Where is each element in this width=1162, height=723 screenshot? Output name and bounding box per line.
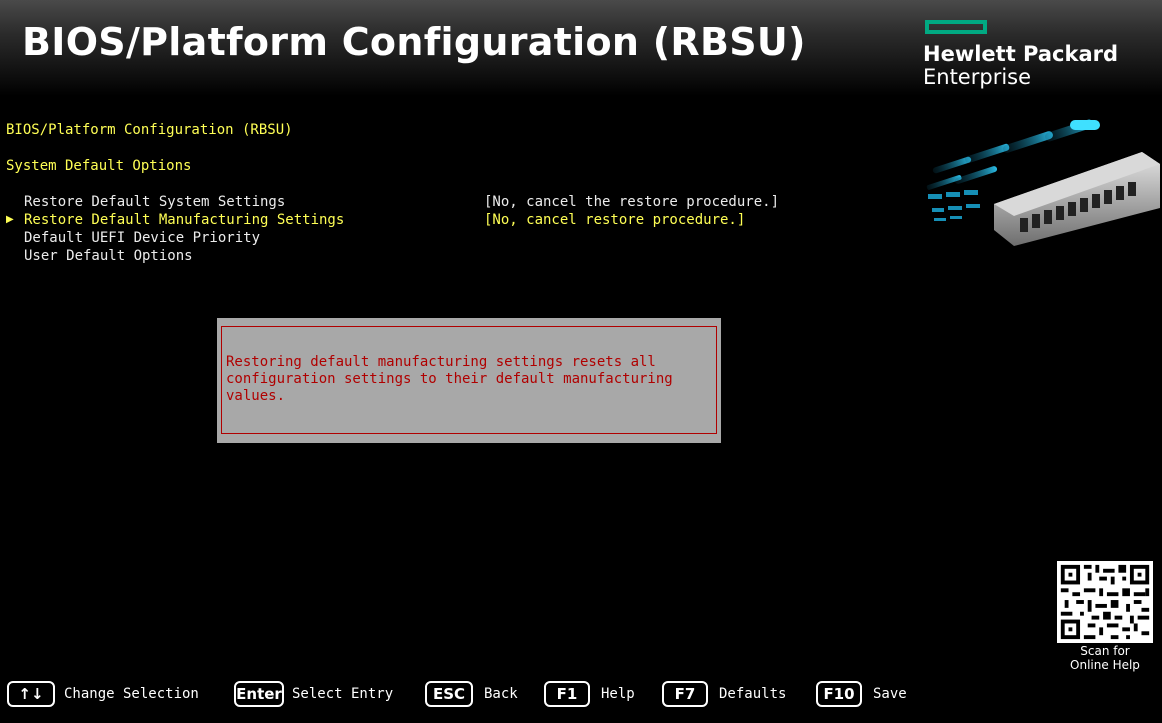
qr-caption-line2: Online Help xyxy=(1070,658,1140,672)
save-label: Save xyxy=(873,686,907,702)
menu-item-default-uefi-device-priority[interactable]: Default UEFI Device Priority xyxy=(24,229,260,247)
server-illustration-icon xyxy=(926,119,1160,246)
menu-value-restore-default-manufacturing-settings[interactable]: [No, cancel restore procedure.] xyxy=(484,211,745,229)
esc-key-icon[interactable]: ESC xyxy=(425,681,473,707)
qr-caption: Scan for Online Help xyxy=(1052,644,1158,672)
dialog-message: Restoring default manufacturing settings… xyxy=(226,354,673,404)
page-title: System Default Options xyxy=(6,158,192,174)
brand-name-line2: Enterprise xyxy=(923,65,1032,89)
help-label: Help xyxy=(601,686,635,702)
window-title: BIOS/Platform Configuration (RBSU) xyxy=(22,20,806,64)
hpe-logo-rectangle-icon xyxy=(925,20,987,34)
qr-code-icon[interactable] xyxy=(1057,561,1153,643)
menu-value-restore-default-system-settings[interactable]: [No, cancel the restore procedure.] xyxy=(484,193,779,211)
select-entry-label: Select Entry xyxy=(292,686,394,702)
arrow-keys-icon[interactable]: ↑↓ xyxy=(7,681,55,707)
f7-key-icon[interactable]: F7 xyxy=(662,681,708,707)
header-bar: BIOS/Platform Configuration (RBSU) Hewle… xyxy=(0,0,1162,96)
enter-key-icon[interactable]: Enter xyxy=(234,681,284,707)
warning-dialog: Restoring default manufacturing settings… xyxy=(217,318,721,443)
qr-caption-line1: Scan for xyxy=(1080,644,1130,658)
f1-key-icon[interactable]: F1 xyxy=(544,681,590,707)
back-label: Back xyxy=(484,686,518,702)
menu-item-user-default-options[interactable]: User Default Options xyxy=(24,247,193,265)
bios-screen: BIOS/Platform Configuration (RBSU) Hewle… xyxy=(0,0,1162,723)
hpe-logo: Hewlett Packard Enterprise xyxy=(923,20,1153,90)
breadcrumb[interactable]: BIOS/Platform Configuration (RBSU) xyxy=(6,121,293,139)
menu-item-restore-default-system-settings[interactable]: Restore Default System Settings xyxy=(24,193,285,211)
menu-item-restore-default-manufacturing-settings[interactable]: Restore Default Manufacturing Settings xyxy=(24,211,344,229)
change-selection-label: Change Selection xyxy=(64,686,199,702)
selection-pointer-icon: ▶ xyxy=(6,214,14,225)
f10-key-icon[interactable]: F10 xyxy=(816,681,862,707)
brand-name-line1: Hewlett Packard xyxy=(923,42,1119,66)
key-legend: ↑↓ Change Selection Enter Select Entry E… xyxy=(0,681,1162,713)
defaults-label: Defaults xyxy=(719,686,787,702)
